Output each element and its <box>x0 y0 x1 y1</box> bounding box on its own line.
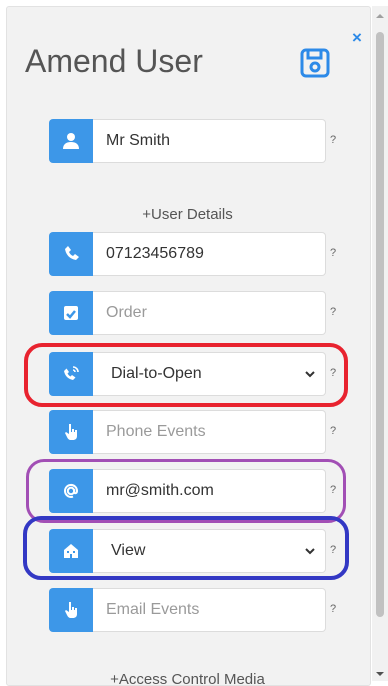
hand-pointer-icon <box>49 410 93 454</box>
email-access-select[interactable]: View <box>93 529 326 573</box>
scroll-up-icon[interactable] <box>376 12 384 20</box>
dial-mode-row: Dial-to-Open ? <box>49 352 336 396</box>
dial-mode-help[interactable]: ? <box>330 367 336 379</box>
email-field[interactable]: mr@smith.com <box>93 469 326 513</box>
phone-field[interactable]: 07123456789 <box>93 232 326 276</box>
amend-user-panel: × Amend User Mr Smith ? +User Details 07… <box>6 6 371 686</box>
hand-pointer-icon <box>49 588 93 632</box>
user-icon <box>49 119 93 163</box>
building-icon <box>49 529 93 573</box>
dial-mode-select[interactable]: Dial-to-Open <box>93 352 326 396</box>
email-events-field[interactable]: Email Events <box>93 588 326 632</box>
close-icon[interactable]: × <box>352 29 362 46</box>
name-help[interactable]: ? <box>330 134 336 146</box>
scrollbar-thumb[interactable] <box>376 32 384 617</box>
chevron-down-icon <box>305 548 315 555</box>
phone-events-help[interactable]: ? <box>330 425 336 437</box>
phone-volume-icon <box>49 352 93 396</box>
phone-events-field[interactable]: Phone Events <box>93 410 326 454</box>
email-access-value: View <box>111 542 146 559</box>
dial-mode-value: Dial-to-Open <box>111 365 202 382</box>
user-details-toggle[interactable]: +User Details <box>49 206 326 223</box>
name-row: Mr Smith ? <box>49 119 336 163</box>
chevron-down-icon <box>305 371 315 378</box>
access-control-toggle[interactable]: +Access Control Media <box>49 671 326 685</box>
email-help[interactable]: ? <box>330 484 336 496</box>
order-help[interactable]: ? <box>330 306 336 318</box>
scroll-down-icon[interactable] <box>376 670 384 678</box>
floppy-disk-icon[interactable] <box>299 47 331 79</box>
scrollbar[interactable] <box>372 6 388 681</box>
phone-row: 07123456789 ? <box>49 232 336 276</box>
phone-events-row: Phone Events ? <box>49 410 336 454</box>
email-access-row: View ? <box>49 529 336 573</box>
order-icon <box>49 291 93 335</box>
at-icon <box>49 469 93 513</box>
phone-icon <box>49 232 93 276</box>
page-title: Amend User <box>25 43 203 79</box>
email-access-help[interactable]: ? <box>330 544 336 556</box>
order-field[interactable]: Order <box>93 291 326 335</box>
name-field[interactable]: Mr Smith <box>93 119 326 163</box>
email-events-row: Email Events ? <box>49 588 336 632</box>
email-row: mr@smith.com ? <box>49 469 336 513</box>
email-events-help[interactable]: ? <box>330 603 336 615</box>
order-row: Order ? <box>49 291 336 335</box>
phone-help[interactable]: ? <box>330 247 336 259</box>
